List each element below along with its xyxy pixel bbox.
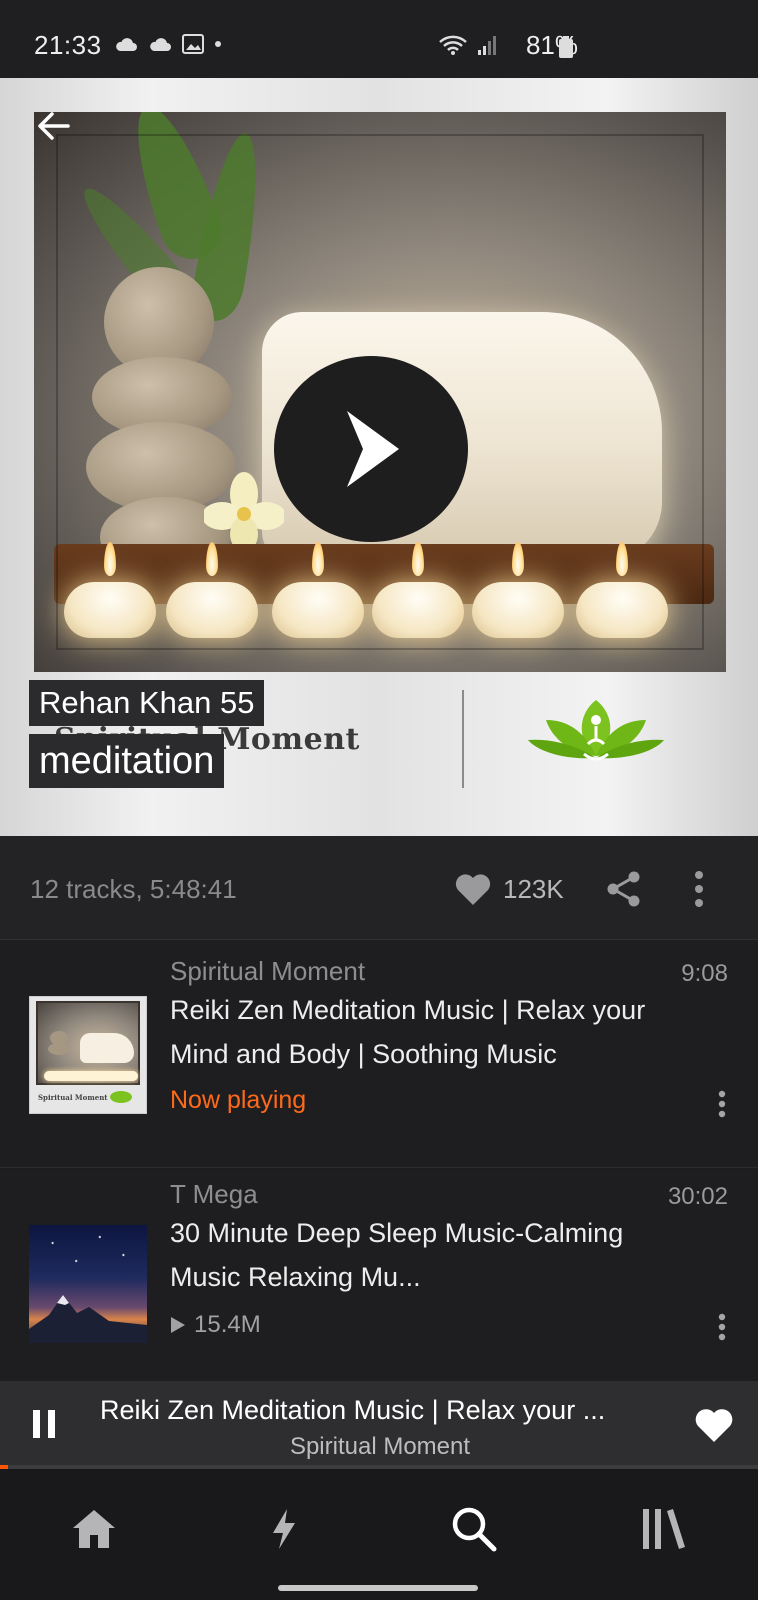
dot-icon (215, 41, 221, 47)
stone-shape (48, 1043, 70, 1055)
now-playing-label: Now playing (170, 1086, 307, 1114)
search-icon (452, 1507, 497, 1552)
play-count-value: 15.4M (194, 1311, 261, 1338)
playlist-title: meditation (29, 734, 225, 788)
track-title: Reiki Zen Meditation Music | Relax your … (170, 995, 646, 1069)
status-time: 21:33 (34, 30, 102, 60)
mini-player[interactable]: Reiki Zen Meditation Music | Relax your … (0, 1381, 758, 1469)
lotus-logo-icon (528, 700, 664, 761)
playlist-info-bar: 12 tracks, 5:48:41 123K (0, 836, 758, 940)
thumbnail-brand-text: Spiritual Moment (38, 1093, 108, 1102)
cloud-icon (150, 38, 171, 51)
track-thumbnail (29, 1225, 147, 1343)
play-count-icon (171, 1317, 185, 1333)
status-bar: 21:33 81% (0, 0, 758, 78)
artwork-divider (462, 690, 464, 788)
like-count: 123K (503, 874, 564, 904)
towel-shape (80, 1033, 134, 1063)
playlist-artist[interactable]: Rehan Khan 55 (29, 680, 265, 726)
nav-library[interactable] (634, 1499, 694, 1559)
track-duration: 30:02 (667, 1183, 728, 1210)
battery-icon (559, 36, 573, 58)
pause-icon[interactable] (32, 1409, 56, 1439)
track-row[interactable]: Spiritual Moment Spiritual Moment 9:08 R… (0, 940, 758, 1168)
stars-shape (29, 1225, 147, 1285)
share-icon[interactable] (606, 870, 642, 908)
back-arrow-icon[interactable] (36, 108, 72, 144)
track-more-options-icon[interactable] (718, 1313, 726, 1341)
track-artist: Spiritual Moment (170, 956, 366, 986)
signal-icon (478, 36, 496, 55)
track-duration: 9:08 (681, 960, 728, 987)
play-button[interactable] (274, 356, 468, 542)
stream-icon (273, 1509, 295, 1549)
mini-player-artist: Spiritual Moment (289, 1433, 471, 1460)
track-artist: T Mega (170, 1179, 258, 1209)
candles-shape (44, 1071, 138, 1081)
heart-icon[interactable] (454, 872, 492, 906)
mini-player-title: Reiki Zen Meditation Music | Relax your … (100, 1395, 606, 1425)
more-options-icon[interactable] (694, 870, 704, 908)
track-title: 30 Minute Deep Sleep Music-Calming Music… (170, 1218, 624, 1292)
wifi-icon (439, 35, 467, 55)
home-icon (73, 1510, 115, 1548)
nav-stream[interactable] (254, 1499, 314, 1559)
thumbnail-artwork (36, 1001, 140, 1085)
notification-icons (114, 34, 222, 54)
lotus-logo-icon (110, 1091, 132, 1103)
gesture-home-indicator[interactable] (278, 1585, 478, 1591)
nav-home[interactable] (64, 1499, 124, 1559)
track-row[interactable]: T Mega 30:02 30 Minute Deep Sleep Music-… (0, 1169, 758, 1381)
track-count-duration: 12 tracks, 5:48:41 (30, 874, 237, 904)
connectivity-icons (438, 34, 498, 56)
play-count: 15.4M (170, 1311, 261, 1339)
track-thumbnail: Spiritual Moment (29, 996, 147, 1114)
image-icon (182, 34, 204, 54)
like-heart-icon[interactable] (694, 1407, 734, 1443)
nav-search[interactable] (444, 1499, 504, 1559)
playlist-artwork-header: Spiritual Moment Rehan Khan 55 meditatio… (0, 78, 758, 836)
cloud-icon (116, 38, 137, 51)
mountain-shape (29, 1295, 147, 1343)
track-more-options-icon[interactable] (718, 1090, 726, 1118)
bottom-navigation (0, 1469, 758, 1600)
library-icon (643, 1509, 685, 1549)
artwork-frame (34, 112, 726, 672)
play-icon (347, 411, 399, 487)
